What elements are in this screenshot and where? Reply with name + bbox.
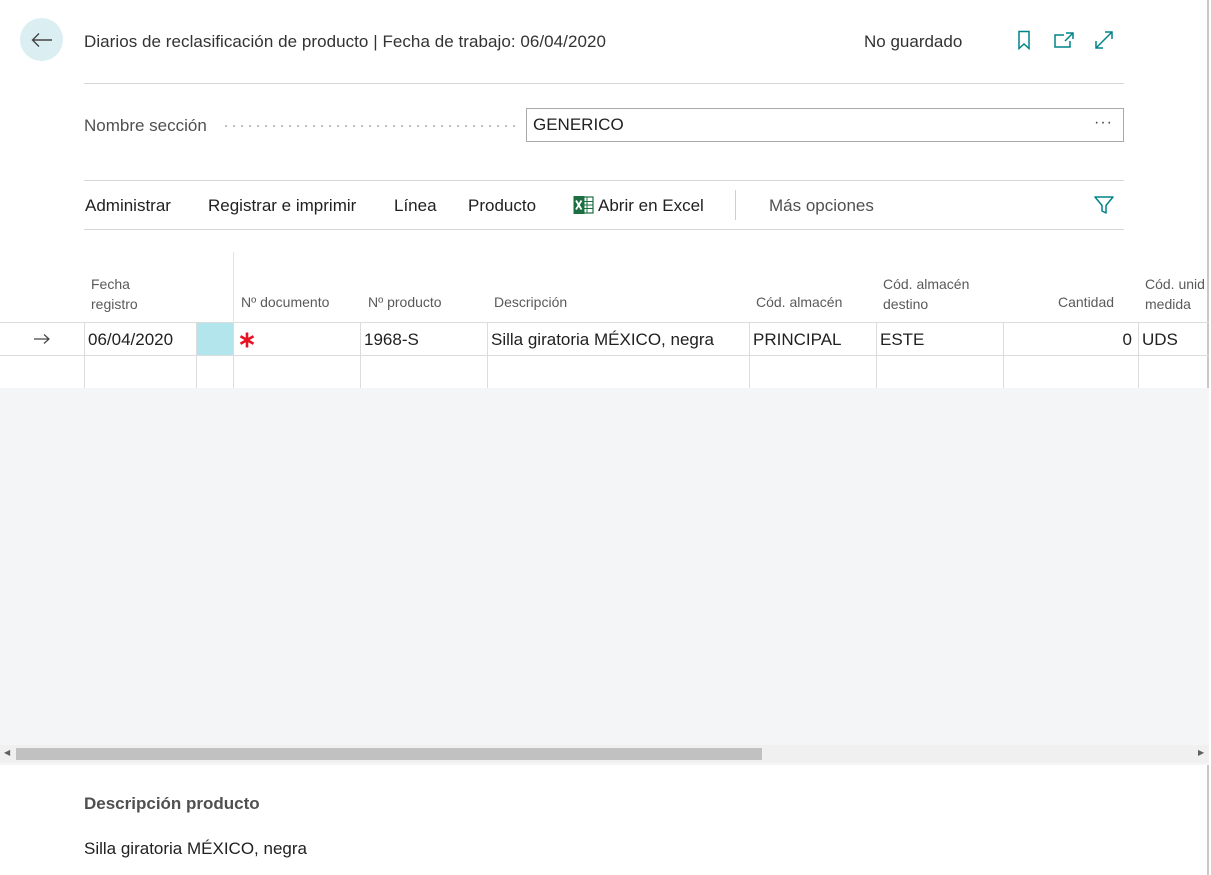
section-lookup-button[interactable]: ···: [1094, 114, 1113, 132]
field-leader-dots: [222, 125, 518, 127]
cell-selected-blank[interactable]: [197, 323, 234, 356]
scrollbar-thumb[interactable]: [16, 748, 762, 760]
cell-fecha[interactable]: 06/04/2020: [84, 323, 197, 356]
arrow-left-icon: [31, 32, 52, 47]
header-divider: [84, 83, 1124, 84]
cell-descripcion[interactable]: Silla giratoria MÉXICO, negra: [488, 323, 750, 356]
bookmark-icon: [1018, 30, 1030, 50]
cell-empty[interactable]: [1004, 356, 1139, 389]
col-unidad-line1: Cód. unid: [1145, 276, 1205, 292]
reclassification-journal-page: Diarios de reclasificación de producto |…: [0, 0, 1209, 875]
col-almacen-destino-line2: destino: [883, 296, 929, 312]
excel-icon: [573, 196, 594, 214]
action-mas-opciones[interactable]: Más opciones: [769, 196, 874, 216]
open-new-window-button[interactable]: [1052, 28, 1076, 52]
horizontal-scrollbar[interactable]: ◀ ▶: [0, 745, 1209, 763]
col-unidad-line2: medida: [1145, 296, 1191, 312]
row-indicator-arrow-icon: [34, 334, 50, 344]
action-linea[interactable]: Línea: [394, 196, 437, 216]
back-button[interactable]: [20, 18, 63, 61]
section-name-input[interactable]: [526, 108, 1124, 142]
cell-unidad[interactable]: UDS: [1139, 323, 1209, 356]
cell-empty[interactable]: [84, 356, 197, 389]
filter-icon[interactable]: [1093, 194, 1115, 216]
cell-empty[interactable]: [197, 356, 234, 389]
action-abrir-excel[interactable]: Abrir en Excel: [598, 196, 704, 216]
product-description-value: Silla giratoria MÉXICO, negra: [84, 839, 307, 858]
page-title: Diarios de reclasificación de producto |…: [84, 32, 606, 51]
product-description-title: Descripción producto: [84, 794, 260, 813]
cell-documento[interactable]: [234, 323, 361, 356]
open-new-window-icon: [1054, 32, 1074, 48]
cell-empty[interactable]: [1139, 356, 1209, 389]
expand-icon: [1095, 31, 1113, 49]
action-separator: [735, 190, 736, 220]
cell-empty[interactable]: [488, 356, 750, 389]
scroll-right-arrow-icon[interactable]: ▶: [1198, 748, 1204, 757]
action-bar-bottom-divider: [84, 229, 1124, 230]
cell-cantidad[interactable]: 0: [1004, 323, 1139, 356]
section-name-label: Nombre sección: [84, 116, 207, 135]
action-administrar[interactable]: Administrar: [85, 196, 171, 216]
cell-empty[interactable]: [361, 356, 488, 389]
cell-empty[interactable]: [234, 356, 361, 389]
cell-producto[interactable]: 1968-S: [361, 323, 488, 356]
col-fecha-line1: Fecha: [91, 276, 130, 292]
cell-almacen-destino[interactable]: ESTE: [877, 323, 1004, 356]
scroll-left-arrow-icon[interactable]: ◀: [4, 748, 10, 757]
cell-empty[interactable]: [750, 356, 877, 389]
action-bar-top-divider: [84, 180, 1124, 181]
action-producto[interactable]: Producto: [468, 196, 536, 216]
save-status: No guardado: [864, 32, 963, 51]
column-divider: [233, 252, 234, 322]
cell-empty[interactable]: [877, 356, 1004, 389]
grid-empty-area: [0, 388, 1209, 765]
col-fecha-line2: registro: [91, 296, 138, 312]
bookmark-button[interactable]: [1012, 28, 1036, 52]
expand-button[interactable]: [1092, 28, 1116, 52]
cell-almacen[interactable]: PRINCIPAL: [750, 323, 877, 356]
action-registrar-imprimir[interactable]: Registrar e imprimir: [208, 196, 356, 216]
col-almacen-destino-line1: Cód. almacén: [883, 276, 970, 292]
required-asterisk-icon: [239, 332, 255, 348]
